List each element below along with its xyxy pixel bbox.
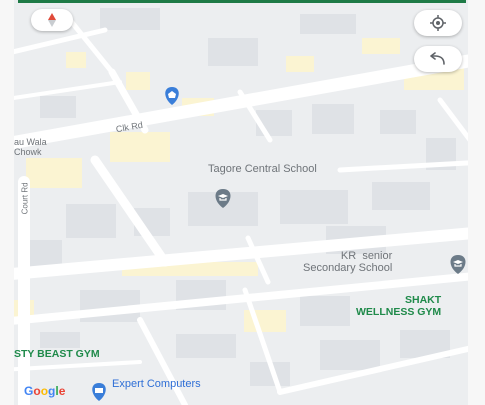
left-edge: [0, 0, 14, 405]
map-view[interactable]: Clk Rd au Wala Chowk Court Rd Tagore Cen…: [0, 0, 485, 405]
map-base: [0, 8, 485, 405]
top-status-bar: [18, 0, 466, 3]
logo-letter-2: o: [33, 384, 41, 398]
school-label-tagore[interactable]: Tagore Central School: [208, 163, 317, 175]
building-blocks: [30, 8, 456, 386]
undo-icon: [430, 52, 445, 65]
logo-letter-1: G: [24, 384, 34, 398]
back-button[interactable]: [414, 46, 462, 72]
school-pin-kr[interactable]: [450, 255, 466, 274]
school-label-kr[interactable]: KR senior Secondary School: [303, 250, 392, 274]
compass-icon: [48, 13, 56, 27]
gym-label-shakti[interactable]: SHAKT WELLNESS GYM: [356, 294, 441, 318]
compass-button[interactable]: [31, 9, 73, 31]
gym-label-beast[interactable]: STY BEAST GYM: [14, 348, 100, 361]
logo-letter-6: e: [58, 384, 66, 398]
logo-letter-3: o: [40, 384, 49, 398]
court-road-label: Court Rd: [20, 182, 30, 215]
chowk-label: au Wala Chowk: [14, 137, 47, 157]
my-location-button[interactable]: [414, 10, 462, 36]
computers-label[interactable]: Expert Computers: [112, 378, 201, 390]
my-location-icon: [430, 15, 446, 31]
computers-pin[interactable]: [92, 383, 106, 401]
right-edge: [468, 0, 485, 405]
google-logo: Google: [24, 384, 65, 398]
blue-place-pin[interactable]: [165, 87, 179, 105]
